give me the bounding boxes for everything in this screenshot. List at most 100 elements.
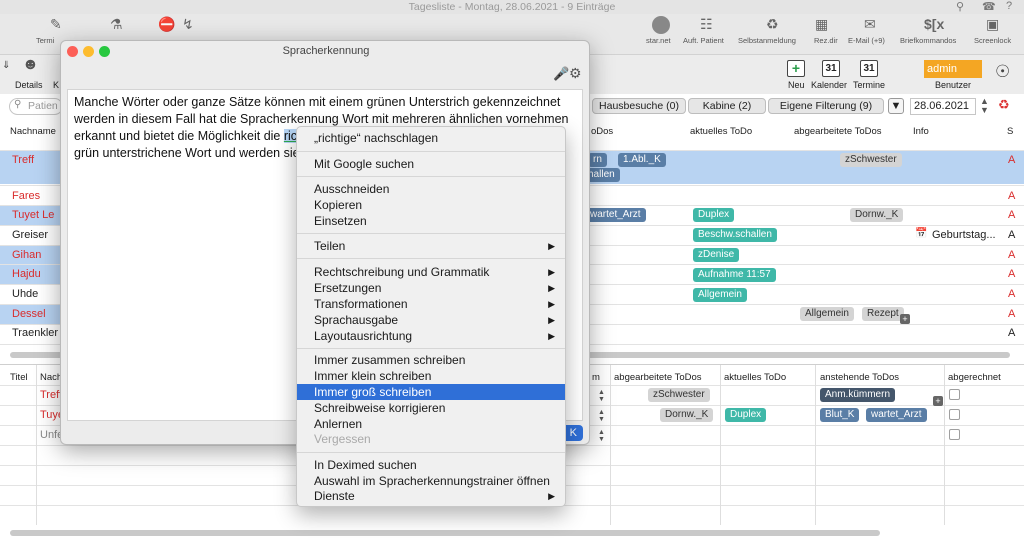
user-field[interactable]: admin bbox=[924, 60, 982, 78]
row-stepper[interactable]: ▲ ▼ bbox=[598, 409, 605, 423]
menu-item-always-lowercase[interactable]: Immer klein schreiben bbox=[297, 368, 565, 384]
table-row-name[interactable]: Gihan bbox=[12, 249, 41, 261]
toolbar-auft-patient[interactable]: Auft. Patient bbox=[683, 36, 724, 45]
todo-tag[interactable]: 1.Abl._K bbox=[618, 153, 666, 167]
todo-tag[interactable]: Beschw.schallen bbox=[693, 228, 777, 242]
col-aktuelles-todo[interactable]: aktuelles ToDo bbox=[690, 126, 752, 137]
table-row-name[interactable]: Tuyet Le bbox=[12, 209, 54, 221]
row-stepper[interactable]: ▲ ▼ bbox=[598, 389, 605, 403]
col2-nach[interactable]: Nach bbox=[40, 372, 62, 383]
menu-item-correct-spelling[interactable]: Schreibweise korrigieren bbox=[297, 400, 565, 416]
toolbar-email[interactable]: E-Mail (+9) bbox=[848, 36, 885, 45]
todo-tag[interactable]: Dornw._K bbox=[660, 408, 714, 422]
col-abgearbeitete-todos[interactable]: abgearbeitete ToDos bbox=[794, 126, 882, 137]
menu-item-open-trainer[interactable]: Auswahl im Spracherkennungstrainer öffne… bbox=[297, 473, 565, 489]
menu-item-substitutions[interactable]: Ersetzungen ▶ bbox=[297, 280, 565, 296]
email-icon[interactable]: ✉ bbox=[864, 16, 876, 32]
menu-item-train[interactable]: Anlernen bbox=[297, 416, 565, 432]
todo-tag[interactable]: rn bbox=[588, 153, 607, 167]
menu-item-deximed-search[interactable]: In Deximed suchen bbox=[297, 457, 565, 473]
zoom-button[interactable] bbox=[99, 46, 110, 57]
add-icon[interactable]: + bbox=[900, 314, 910, 324]
col-info[interactable]: Info bbox=[913, 126, 929, 137]
col-nachname[interactable]: Nachname bbox=[10, 126, 56, 137]
stop-icon[interactable]: ⛔ bbox=[158, 16, 175, 32]
col2-aktuelles-todo[interactable]: aktuelles ToDo bbox=[724, 372, 786, 383]
patient-order-icon[interactable]: ☷ bbox=[700, 16, 713, 32]
date-field[interactable]: 28.06.2021 bbox=[910, 98, 976, 115]
col2-anstehende-todos[interactable]: anstehende ToDos bbox=[820, 372, 899, 383]
tab-kabine[interactable]: Kabine (2) bbox=[688, 98, 766, 114]
col-s[interactable]: S bbox=[1007, 126, 1013, 137]
todo-tag[interactable]: Allgemein bbox=[693, 288, 747, 302]
k-label[interactable]: K bbox=[53, 80, 59, 90]
prescription-icon[interactable]: ▦ bbox=[815, 16, 828, 32]
toolbar-selbstanmeldung[interactable]: Selbstanmeldung bbox=[738, 36, 796, 45]
tab-hausbesuche[interactable]: Hausbesuche (0) bbox=[592, 98, 686, 114]
calendar-label[interactable]: Kalender bbox=[811, 80, 847, 90]
table-row-name[interactable]: Treff bbox=[12, 154, 34, 166]
col2-abgearbeitete-todos[interactable]: abgearbeitete ToDos bbox=[614, 372, 702, 383]
trash-icon[interactable]: ♻ bbox=[998, 97, 1010, 113]
toolbar-screenlock[interactable]: Screenlock bbox=[974, 36, 1011, 45]
toolbar-briefkommandos[interactable]: Briefkommandos bbox=[900, 36, 956, 45]
self-registration-icon[interactable]: ♻ bbox=[766, 16, 779, 32]
table-row-name[interactable]: Hajdu bbox=[12, 268, 41, 280]
globe-icon[interactable]: ☉ bbox=[995, 62, 1010, 82]
transfer-icon[interactable]: ⚗ bbox=[110, 16, 123, 32]
filter-icon[interactable]: ▼ bbox=[888, 98, 904, 114]
abgerechnet-checkbox[interactable] bbox=[949, 409, 960, 420]
menu-item-paste[interactable]: Einsetzen bbox=[297, 213, 565, 229]
microscope-icon[interactable]: ↯ bbox=[182, 16, 194, 32]
microphone-icon[interactable]: 🎤 bbox=[553, 66, 569, 82]
screenlock-icon[interactable]: ▣ bbox=[986, 16, 999, 32]
todo-tag[interactable]: wartet_Arzt bbox=[866, 408, 927, 422]
todo-tag[interactable]: Aufnahme 11:57 bbox=[693, 268, 776, 282]
menu-item-speech[interactable]: Sprachausgabe ▶ bbox=[297, 312, 565, 328]
add-icon[interactable]: + bbox=[933, 396, 943, 406]
todo-tag[interactable]: Rezept bbox=[862, 307, 904, 321]
new-calendar-icon[interactable]: + bbox=[787, 60, 805, 77]
star-net-icon[interactable] bbox=[652, 16, 670, 34]
table-row-name[interactable]: Traenkler bbox=[12, 327, 58, 339]
person-icon[interactable]: ☻ bbox=[22, 56, 39, 74]
menu-item-transformations[interactable]: Transformationen ▶ bbox=[297, 296, 565, 312]
todo-tag[interactable]: Blut_K bbox=[820, 408, 860, 422]
close-button[interactable] bbox=[67, 46, 78, 57]
menu-item-cut[interactable]: Ausschneiden bbox=[297, 181, 565, 197]
menu-item-always-capitalized[interactable]: Immer groß schreiben bbox=[297, 384, 565, 400]
menu-item-spelling-grammar[interactable]: Rechtschreibung und Grammatik ▶ bbox=[297, 264, 565, 280]
toolbar-rez-dir[interactable]: Rez.dir bbox=[814, 36, 838, 45]
todo-tag[interactable]: zSchwester bbox=[840, 153, 902, 167]
todo-tag[interactable]: zDenise bbox=[693, 248, 740, 262]
col2-titel[interactable]: Titel bbox=[10, 372, 28, 383]
phone-icon[interactable]: ☎ bbox=[982, 0, 996, 13]
termine-label[interactable]: Termine bbox=[853, 80, 885, 90]
appointments-icon[interactable]: 31 bbox=[860, 60, 878, 77]
col2-abgerechnet[interactable]: abgerechnet bbox=[948, 372, 1001, 383]
chevron-down-icon[interactable]: ⇓ bbox=[2, 60, 10, 71]
tab-eigene-filterung[interactable]: Eigene Filterung (9) bbox=[768, 98, 884, 114]
toolbar-termine-label[interactable]: Termi bbox=[36, 36, 54, 45]
menu-item-google-search[interactable]: Mit Google suchen bbox=[297, 156, 565, 172]
todo-tag[interactable]: zSchwester bbox=[648, 388, 710, 402]
gear-icon[interactable]: ⚙ bbox=[569, 65, 582, 82]
letter-commands-icon[interactable]: $[x bbox=[924, 16, 944, 32]
menu-item-layout-direction[interactable]: Layoutausrichtung ▶ bbox=[297, 328, 565, 344]
calendar-icon[interactable]: 31 bbox=[822, 60, 840, 77]
help-icon[interactable]: ? bbox=[1006, 0, 1012, 12]
row-stepper[interactable]: ▲ ▼ bbox=[598, 429, 605, 443]
table-row-name[interactable]: Dessel bbox=[12, 308, 46, 320]
document-icon[interactable]: ✎ bbox=[50, 16, 62, 32]
date-stepper[interactable]: ▲ ▼ bbox=[980, 97, 989, 115]
todo-tag[interactable]: Anm.kümmern bbox=[820, 388, 896, 402]
todo-tag[interactable]: Dornw._K bbox=[850, 208, 904, 222]
abgerechnet-checkbox[interactable] bbox=[949, 429, 960, 440]
abgerechnet-checkbox[interactable] bbox=[949, 389, 960, 400]
horizontal-scrollbar-2[interactable] bbox=[10, 530, 880, 536]
new-label[interactable]: Neu bbox=[788, 80, 805, 90]
details-label[interactable]: Details bbox=[15, 80, 43, 90]
menu-item-share[interactable]: Teilen ▶ bbox=[297, 238, 565, 254]
menu-item-always-joined[interactable]: Immer zusammen schreiben bbox=[297, 352, 565, 368]
todo-tag[interactable]: Duplex bbox=[725, 408, 767, 422]
